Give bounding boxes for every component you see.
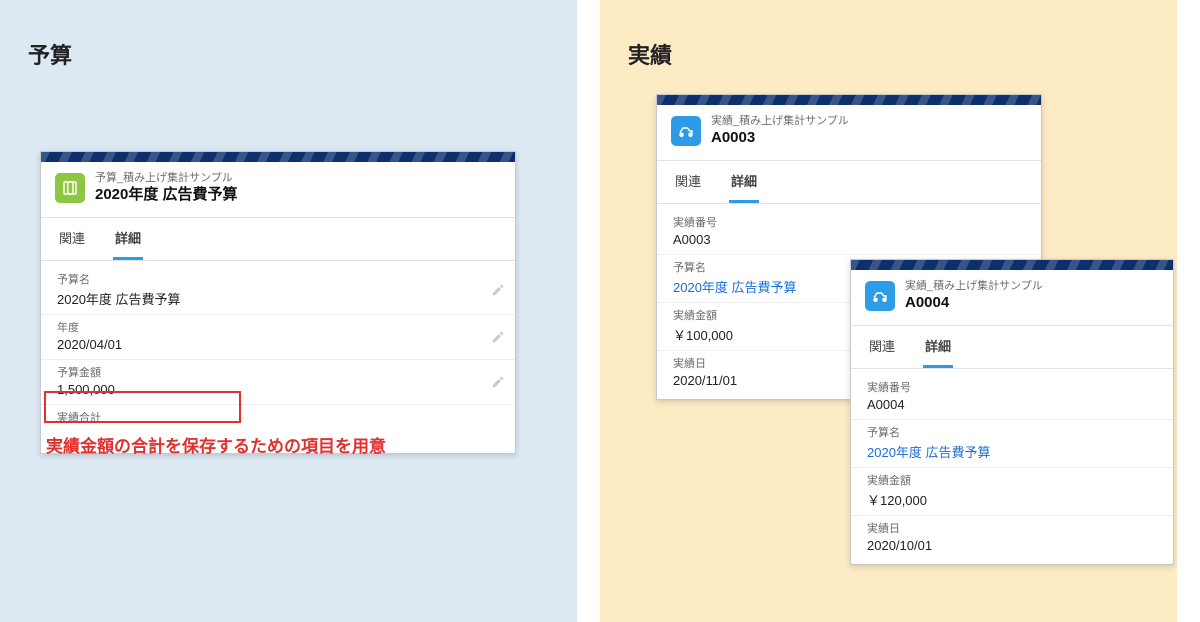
- tab-related[interactable]: 関連: [57, 228, 87, 260]
- field-budget-link: 予算名 2020年度 広告費予算: [851, 420, 1173, 468]
- card-header-text: 実績_積み上げ集計サンプル A0003: [711, 115, 849, 148]
- panel-actuals: 実績 実績_積み上げ集計サンプル A0003 関連 詳細 実績番号 A: [600, 0, 1177, 622]
- tab-related[interactable]: 関連: [673, 171, 703, 203]
- card-title: A0004: [905, 294, 1043, 313]
- card-header: 実績_積み上げ集計サンプル A0004: [851, 270, 1173, 326]
- tabs: 関連 詳細: [657, 161, 1041, 204]
- tabs: 関連 詳細: [851, 326, 1173, 369]
- field-budget-name: 予算名 2020年度 広告費予算: [41, 267, 515, 315]
- fields: 実績番号 A0004 予算名 2020年度 広告費予算 実績金額 ￥120,00…: [851, 369, 1173, 564]
- card-title: 2020年度 広告費予算: [95, 186, 238, 205]
- field-fiscal-year: 年度 2020/04/01: [41, 315, 515, 360]
- field-actual-no: 実績番号 A0004: [851, 375, 1173, 420]
- tab-detail[interactable]: 詳細: [113, 228, 143, 260]
- field-label: 実績日: [867, 520, 1157, 536]
- card-subtitle: 実績_積み上げ集計サンプル: [905, 280, 1043, 294]
- edit-pencil-icon[interactable]: [491, 330, 505, 344]
- field-value-link[interactable]: 2020年度 広告費予算: [867, 442, 1157, 461]
- actual-object-icon: [671, 116, 701, 146]
- card-actual-a0004: 実績_積み上げ集計サンプル A0004 関連 詳細 実績番号 A0004 予算名…: [850, 259, 1174, 565]
- field-label: 予算名: [57, 271, 499, 287]
- fields: 予算名 2020年度 広告費予算 年度 2020/04/01 予算金額 1,50…: [41, 261, 515, 453]
- field-value: A0004: [867, 397, 1157, 413]
- field-actual-no: 実績番号 A0003: [657, 210, 1041, 255]
- stage: 予算 予算_積み上げ集計サンプル 2020年度 広告費予算 関連 詳細 予算名: [0, 0, 1200, 622]
- card-top-decoration: [657, 95, 1041, 105]
- field-value: A0003: [673, 232, 1025, 248]
- tab-detail[interactable]: 詳細: [923, 336, 953, 368]
- field-value: 2020/04/01: [57, 337, 499, 353]
- field-value: ￥120,000: [867, 490, 1157, 509]
- field-label: 年度: [57, 319, 499, 335]
- card-header-text: 実績_積み上げ集計サンプル A0004: [905, 280, 1043, 313]
- card-subtitle: 実績_積み上げ集計サンプル: [711, 115, 849, 129]
- actual-object-icon: [865, 281, 895, 311]
- card-header: 予算_積み上げ集計サンプル 2020年度 広告費予算: [41, 162, 515, 218]
- card-top-decoration: [851, 260, 1173, 270]
- panel-budget: 予算 予算_積み上げ集計サンプル 2020年度 広告費予算 関連 詳細 予算名: [0, 0, 577, 622]
- field-value: 2020年度 広告費予算: [57, 289, 499, 308]
- field-actual-date: 実績日 2020/10/01: [851, 516, 1173, 560]
- tabs: 関連 詳細: [41, 218, 515, 261]
- field-label: 予算金額: [57, 364, 499, 380]
- panel-title-actuals: 実績: [628, 38, 672, 70]
- edit-pencil-icon[interactable]: [491, 283, 505, 297]
- tab-related[interactable]: 関連: [867, 336, 897, 368]
- field-label: 実績金額: [867, 472, 1157, 488]
- card-header-text: 予算_積み上げ集計サンプル 2020年度 広告費予算: [95, 172, 238, 205]
- edit-pencil-icon[interactable]: [491, 375, 505, 389]
- card-top-decoration: [41, 152, 515, 162]
- field-label: 実績番号: [673, 214, 1025, 230]
- budget-object-icon: [55, 173, 85, 203]
- card-subtitle: 予算_積み上げ集計サンプル: [95, 172, 238, 186]
- card-header: 実績_積み上げ集計サンプル A0003: [657, 105, 1041, 161]
- tab-detail[interactable]: 詳細: [729, 171, 759, 203]
- annotation-text: 実績金額の合計を保存するための項目を用意: [46, 432, 386, 457]
- field-actual-amount: 実績金額 ￥120,000: [851, 468, 1173, 516]
- highlight-box: [44, 391, 241, 423]
- field-value: 2020/10/01: [867, 538, 1157, 554]
- field-label: 実績番号: [867, 379, 1157, 395]
- field-label: 予算名: [867, 424, 1157, 440]
- panel-title-budget: 予算: [28, 38, 72, 70]
- card-title: A0003: [711, 129, 849, 148]
